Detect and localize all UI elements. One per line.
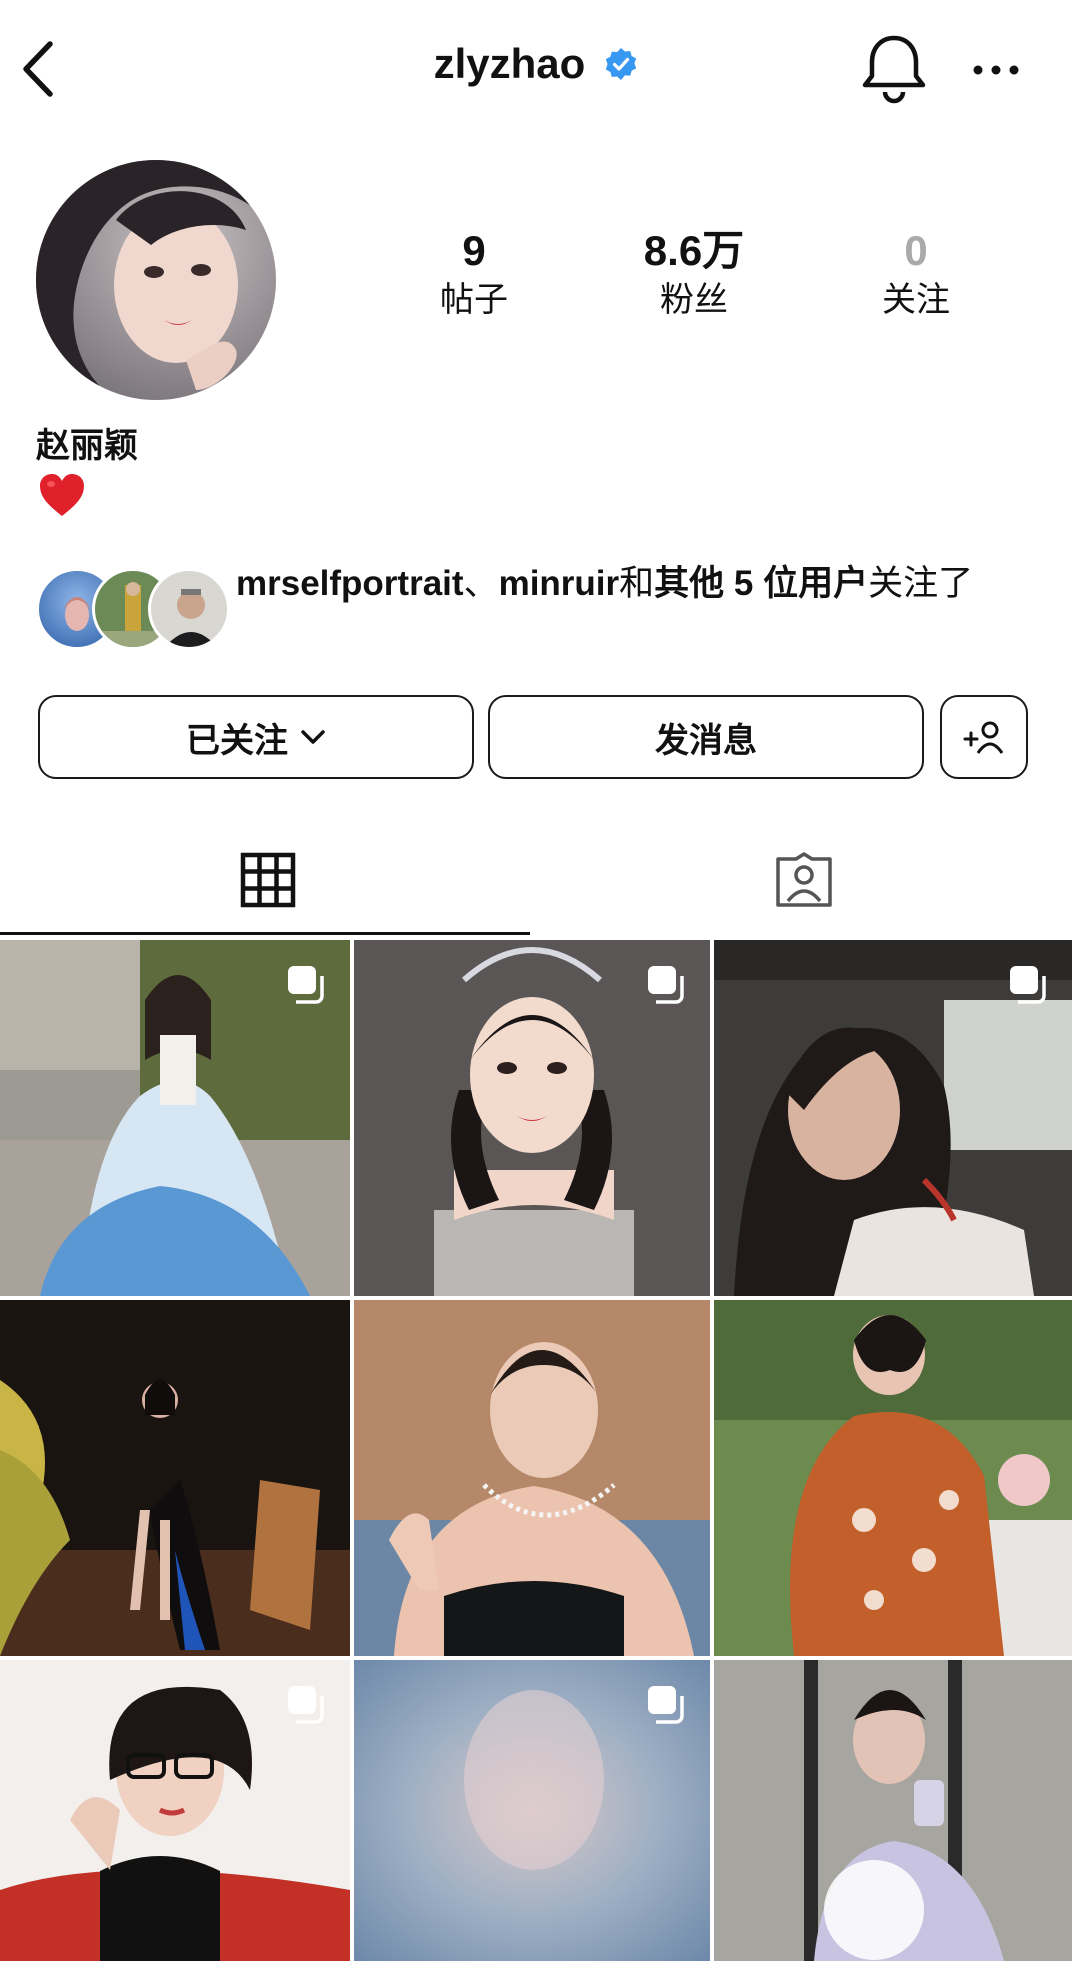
post-thumbnail-7[interactable] bbox=[0, 1660, 350, 1961]
stat-following[interactable]: 0 关注 bbox=[816, 226, 1016, 322]
following-button-label: 已关注 bbox=[186, 720, 288, 761]
post-image bbox=[714, 1300, 1072, 1656]
display-name: 赵丽颖 bbox=[36, 426, 138, 466]
followers-label: 粉丝 bbox=[660, 280, 728, 320]
stat-followers[interactable]: 8.6万 粉丝 bbox=[594, 226, 794, 322]
multiple-images-icon bbox=[648, 1686, 684, 1724]
post-image bbox=[0, 1300, 350, 1656]
post-image bbox=[354, 1300, 710, 1656]
mutual-avatar-3 bbox=[148, 568, 230, 650]
mutual-separator: 、 bbox=[463, 564, 499, 604]
tagged-person-icon bbox=[776, 852, 832, 907]
suggest-people-button[interactable] bbox=[940, 695, 1028, 779]
bell-icon[interactable] bbox=[858, 30, 930, 106]
avatar-photo bbox=[36, 160, 276, 400]
multiple-images-icon bbox=[1010, 966, 1046, 1004]
profile-avatar[interactable] bbox=[36, 160, 276, 400]
mutual-followers-avatars[interactable] bbox=[36, 568, 230, 650]
following-count: 0 bbox=[904, 227, 928, 274]
posts-count: 9 bbox=[462, 227, 486, 274]
verified-badge-icon bbox=[606, 48, 637, 80]
following-label: 关注 bbox=[882, 280, 950, 320]
post-thumbnail-9[interactable] bbox=[714, 1660, 1072, 1961]
mutual-and: 和 bbox=[619, 564, 655, 604]
message-button-label: 发消息 bbox=[655, 720, 757, 761]
following-button[interactable]: 已关注 bbox=[38, 695, 474, 779]
username-title: zlyzhao bbox=[433, 40, 586, 87]
heart-emoji-icon bbox=[40, 474, 84, 516]
stat-posts[interactable]: 9 帖子 bbox=[374, 226, 574, 322]
mutual-user-1[interactable]: mrselfportrait bbox=[236, 564, 464, 603]
followers-count: 8.6万 bbox=[643, 227, 745, 274]
multiple-images-icon bbox=[648, 966, 684, 1004]
mutual-followers-text[interactable]: mrselfportrait、minruir和其他 5 位用户关注了 bbox=[236, 560, 1036, 608]
mutual-others[interactable]: 其他 5 位用户 bbox=[654, 564, 868, 603]
message-button[interactable]: 发消息 bbox=[488, 695, 924, 779]
post-thumbnail-8[interactable] bbox=[354, 1660, 710, 1961]
tab-posts-grid[interactable] bbox=[0, 830, 536, 930]
post-image bbox=[714, 1660, 1072, 1961]
mutual-suffix: 关注了 bbox=[868, 564, 974, 604]
posts-grid bbox=[0, 940, 1072, 1961]
profile-header: zlyzhao bbox=[0, 0, 1072, 140]
active-tab-indicator bbox=[0, 932, 530, 935]
post-thumbnail-2[interactable] bbox=[354, 940, 710, 1296]
mutual-user-2[interactable]: minruir bbox=[499, 564, 620, 603]
chevron-down-icon bbox=[301, 730, 325, 744]
posts-label: 帖子 bbox=[440, 280, 508, 320]
more-horizontal-icon[interactable] bbox=[970, 60, 1022, 80]
add-person-icon bbox=[963, 721, 1004, 754]
post-thumbnail-4[interactable] bbox=[0, 1300, 350, 1656]
post-thumbnail-3[interactable] bbox=[714, 940, 1072, 1296]
grid-icon bbox=[240, 852, 296, 908]
tab-tagged[interactable] bbox=[536, 830, 1072, 930]
multiple-images-icon bbox=[288, 1686, 324, 1724]
multiple-images-icon bbox=[288, 966, 324, 1004]
post-thumbnail-1[interactable] bbox=[0, 940, 350, 1296]
post-thumbnail-6[interactable] bbox=[714, 1300, 1072, 1656]
post-thumbnail-5[interactable] bbox=[354, 1300, 710, 1656]
